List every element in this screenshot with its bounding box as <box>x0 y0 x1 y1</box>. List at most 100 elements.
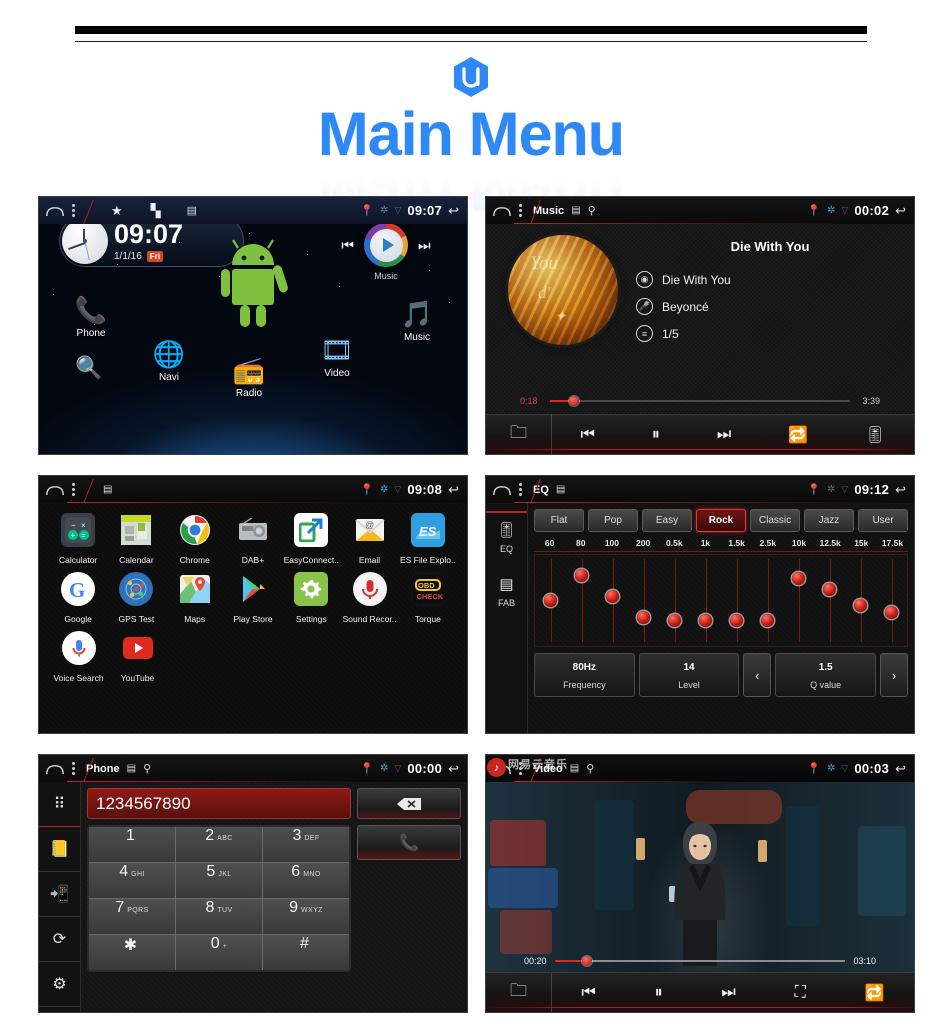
back-arrow-icon[interactable]: ↩ <box>448 482 459 498</box>
favorites-star-icon[interactable]: ★ <box>111 203 123 219</box>
eq-slider[interactable] <box>783 555 814 646</box>
eq-slider[interactable] <box>876 555 907 646</box>
eq-preset-classic[interactable]: Classic <box>750 509 800 532</box>
app-es-file-explorer[interactable]: ES ES File Explo.. <box>399 513 457 568</box>
eq-qvalue-box[interactable]: 1.5 Q value <box>775 653 877 697</box>
music-progress[interactable]: 0:18 3:39 <box>486 396 914 406</box>
eq-slider[interactable] <box>814 555 845 646</box>
eq-slider[interactable] <box>721 555 752 646</box>
key-8[interactable]: 8 TUV <box>176 899 262 934</box>
back-arrow-icon[interactable]: ↩ <box>448 203 459 219</box>
eq-preset-user[interactable]: User <box>858 509 908 532</box>
back-arrow-icon[interactable]: ↩ <box>448 761 459 777</box>
eq-slider[interactable] <box>659 555 690 646</box>
screen-app-drawer[interactable]: − × + = Calculator Calendar Chrome DAB+ … <box>38 475 468 734</box>
app-sound-recorder[interactable]: Sound Recor.. <box>340 572 398 627</box>
home-shortcut-navi[interactable]: 🌐 Navi <box>139 341 199 385</box>
home-shortcut-music[interactable]: 🎵 Music <box>387 301 447 345</box>
backspace-icon[interactable] <box>357 788 461 819</box>
key-4[interactable]: 4 GHI <box>89 863 175 898</box>
chevron-left-icon[interactable]: ‹ <box>743 653 772 697</box>
phone-number-input[interactable]: 1234567890 <box>87 788 351 819</box>
apps-grid-icon[interactable]: ▚ <box>151 203 161 219</box>
app-email[interactable]: @ Email <box>340 513 398 568</box>
eq-slider[interactable] <box>535 555 566 646</box>
sidebar-item-eq[interactable]: 🎚 EQ <box>486 511 527 567</box>
back-arrow-icon[interactable]: ↩ <box>895 203 906 219</box>
home-icon[interactable] <box>492 484 512 496</box>
key-1[interactable]: 1 <box>89 827 175 862</box>
back-arrow-icon[interactable]: ↩ <box>895 761 906 777</box>
video-progress[interactable]: 00:20 03:10 <box>486 956 914 966</box>
eq-slider[interactable] <box>628 555 659 646</box>
home-icon[interactable] <box>492 205 512 217</box>
sdcard-icon[interactable]: ▤ <box>187 204 197 217</box>
app-google[interactable]: G Google <box>49 572 107 627</box>
app-dab[interactable]: DAB+ <box>224 513 282 568</box>
screen-video[interactable]: ♪ 网易云音乐 00:20 03:10 🗀 ⏮ ⏸ ⏭ ⛶ 🔁 Video ▤ … <box>485 754 915 1013</box>
call-button-icon[interactable]: 📞 <box>357 825 461 860</box>
screen-eq[interactable]: 🎚 EQ ▤ FAB Flat Pop Easy Rock Classic Ja… <box>485 475 915 734</box>
back-arrow-icon[interactable]: ↩ <box>895 482 906 498</box>
home-shortcut-phone[interactable]: 📞 Phone <box>61 297 121 341</box>
sidebar-item-sync[interactable]: ⟳ <box>39 917 80 962</box>
key-2[interactable]: 2 ABC <box>176 827 262 862</box>
chevron-right-icon[interactable]: › <box>880 653 909 697</box>
pause-icon[interactable]: ⏸ <box>655 984 663 1002</box>
key-7[interactable]: 7 PQRS <box>89 899 175 934</box>
app-chrome[interactable]: Chrome <box>166 513 224 568</box>
seek-knob[interactable] <box>569 396 579 406</box>
home-icon[interactable] <box>45 484 65 496</box>
equalizer-icon[interactable]: 🎚 <box>865 425 885 445</box>
skip-previous-icon[interactable]: ⏮ <box>581 984 595 1002</box>
key-9[interactable]: 9 WXYZ <box>263 899 349 934</box>
key-hash[interactable]: # <box>263 935 349 970</box>
seek-bar[interactable] <box>550 396 850 406</box>
home-shortcut-search[interactable]: 🔍 <box>59 357 119 379</box>
skip-previous-icon[interactable]: ⏮ <box>580 426 594 444</box>
app-gps-test[interactable]: GPS Test <box>107 572 165 627</box>
fullscreen-icon[interactable]: ⛶ <box>795 984 806 1002</box>
repeat-icon[interactable]: 🔁 <box>788 425 808 445</box>
app-easyconnect[interactable]: EasyConnect.. <box>282 513 340 568</box>
home-icon[interactable] <box>45 763 65 775</box>
sidebar-item-dialpad[interactable]: ⠿ <box>39 782 80 827</box>
app-play-store[interactable]: Play Store <box>224 572 282 627</box>
skip-next-icon[interactable]: ⏭ <box>717 426 731 444</box>
folder-icon[interactable]: 🗀 <box>486 973 552 1012</box>
app-calendar[interactable]: Calendar <box>107 513 165 568</box>
seek-bar[interactable] <box>554 956 846 966</box>
key-3[interactable]: 3 DEF <box>263 827 349 862</box>
eq-slider[interactable] <box>752 555 783 646</box>
app-torque[interactable]: OBD CHECK Torque <box>399 572 457 627</box>
eq-slider[interactable] <box>597 555 628 646</box>
key-6[interactable]: 6 MNO <box>263 863 349 898</box>
seek-knob[interactable] <box>581 956 592 966</box>
sidebar-item-settings[interactable]: ⚙ <box>39 962 80 1007</box>
eq-preset-rock[interactable]: Rock <box>696 509 746 532</box>
repeat-icon[interactable]: 🔁 <box>865 983 885 1003</box>
sidebar-item-call-log[interactable]: 📲 <box>39 872 80 917</box>
app-settings[interactable]: Settings <box>282 572 340 627</box>
eq-preset-easy[interactable]: Easy <box>642 509 692 532</box>
app-calculator[interactable]: − × + = Calculator <box>49 513 107 568</box>
eq-slider[interactable] <box>690 555 721 646</box>
app-voice-search[interactable]: Voice Search <box>49 631 108 686</box>
sidebar-item-fab[interactable]: ▤ FAB <box>486 567 527 621</box>
eq-slider[interactable] <box>566 555 597 646</box>
app-maps[interactable]: Maps <box>166 572 224 627</box>
key-0[interactable]: 0 + <box>176 935 262 970</box>
home-shortcut-radio[interactable]: 📻 Radio <box>219 357 279 401</box>
key-star[interactable]: ✱ <box>89 935 175 970</box>
skip-next-icon[interactable]: ⏭ <box>721 984 735 1002</box>
screen-phone[interactable]: ⠿ 📒 📲 ⟳ ⚙ 1234567890 1 2 ABC 3 DEF 4 GHI 5J… <box>38 754 468 1013</box>
key-5[interactable]: 5 JKL <box>176 863 262 898</box>
home-icon[interactable] <box>45 205 65 217</box>
eq-frequency-box[interactable]: 80Hz Frequency <box>534 653 635 697</box>
pause-icon[interactable]: ⏸ <box>652 426 660 444</box>
eq-preset-pop[interactable]: Pop <box>588 509 638 532</box>
eq-preset-jazz[interactable]: Jazz <box>804 509 854 532</box>
folder-icon[interactable]: 🗀 <box>486 415 552 454</box>
eq-slider[interactable] <box>845 555 876 646</box>
eq-preset-flat[interactable]: Flat <box>534 509 584 532</box>
